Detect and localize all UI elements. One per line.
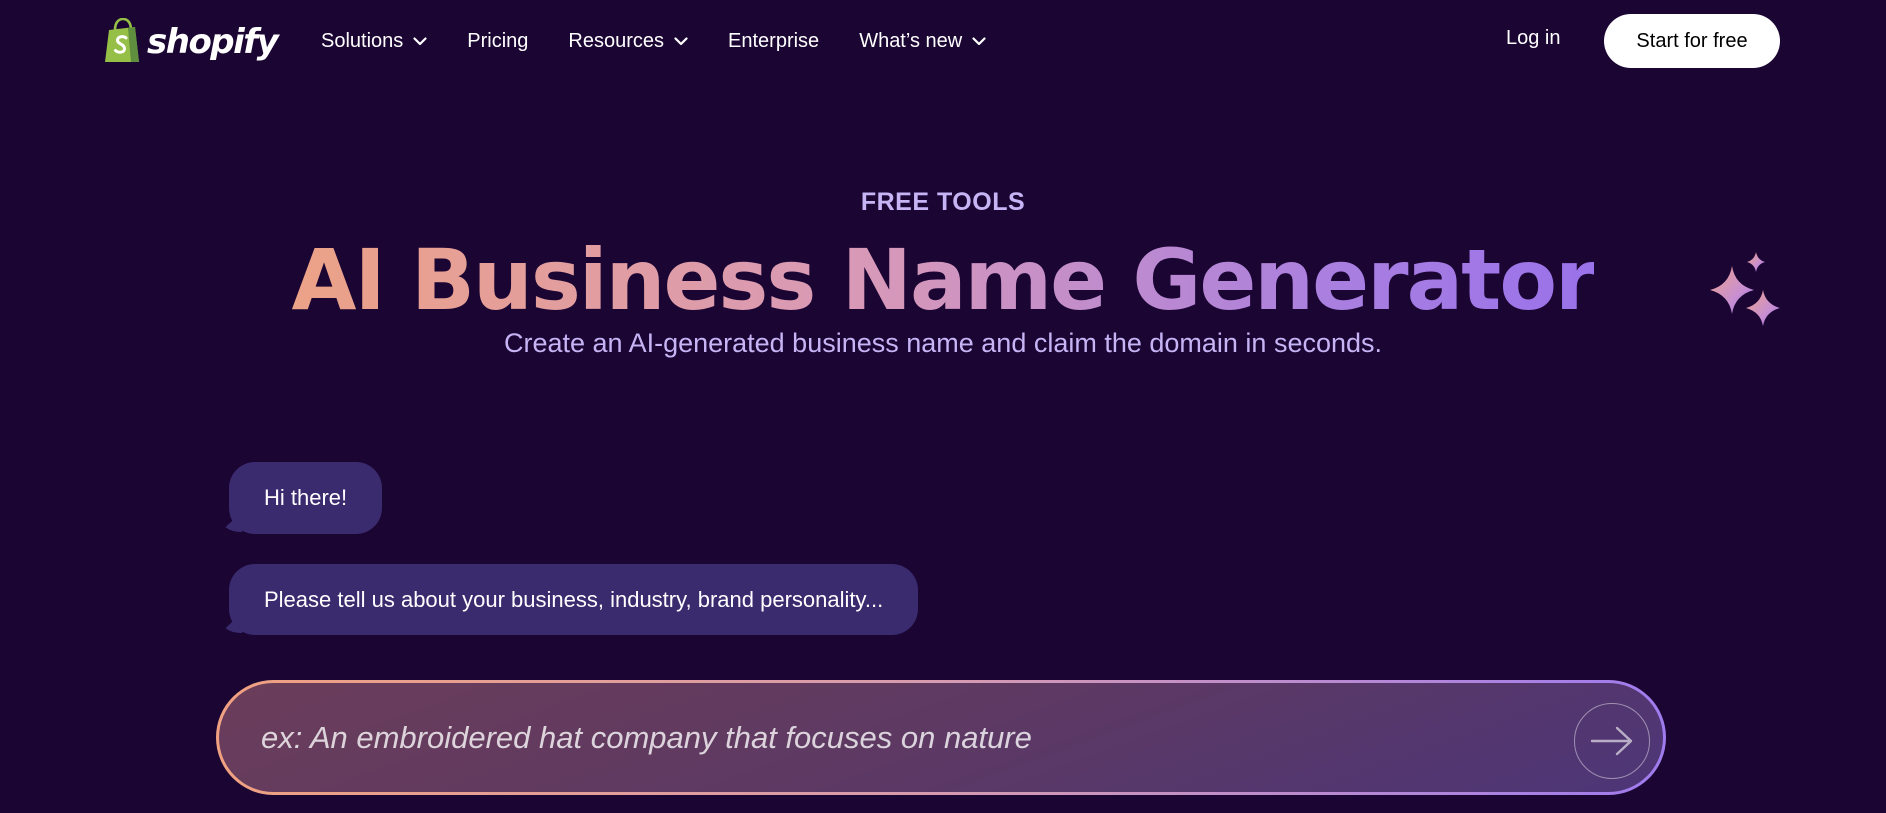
page: shopify Solutions Pricing Resources Ente…: [0, 0, 1886, 813]
nav-item-pricing[interactable]: Pricing: [467, 30, 528, 53]
page-title: AI Business Name Generator: [0, 230, 1886, 330]
chat-message: Hi there!: [229, 462, 383, 534]
page-title-text: AI Business Name Generator: [291, 231, 1597, 329]
chat-message-text: Please tell us about your business, indu…: [264, 586, 884, 612]
brand-name: shopify: [147, 22, 279, 62]
business-description-input[interactable]: [261, 683, 1561, 792]
nav-item-label: Resources: [568, 29, 665, 52]
nav-item-label: Pricing: [467, 29, 529, 52]
start-for-free-button[interactable]: Start for free: [1604, 14, 1780, 68]
login-link[interactable]: Log in: [1506, 27, 1561, 50]
arrow-right-icon: [1590, 726, 1633, 756]
nav-item-resources[interactable]: Resources: [568, 30, 688, 53]
chevron-down-icon: [674, 36, 688, 45]
chat-message-text: Hi there!: [264, 485, 348, 510]
nav-item-label: Enterprise: [728, 29, 820, 52]
nav-item-label: What’s new: [859, 29, 963, 52]
send-button[interactable]: [1574, 703, 1650, 779]
shopify-logo[interactable]: shopify: [103, 18, 279, 64]
chevron-down-icon: [413, 36, 427, 45]
nav-item-enterprise[interactable]: Enterprise: [728, 30, 819, 53]
sparkles-icon: [1710, 252, 1780, 326]
nav-item-solutions[interactable]: Solutions: [321, 30, 427, 53]
prompt-input-field: [219, 683, 1663, 792]
nav-item-label: Solutions: [321, 29, 404, 52]
nav-item-whats-new[interactable]: What’s new: [859, 30, 986, 53]
page-subtitle: Create an AI-generated business name and…: [503, 328, 1383, 358]
shopping-bag-icon: [105, 18, 139, 62]
chat-message: Please tell us about your business, indu…: [229, 564, 919, 635]
eyebrow-label: FREE TOOLS: [860, 188, 1026, 216]
prompt-input-container: [216, 680, 1666, 795]
nav-links: Solutions Pricing Resources Enterprise W…: [321, 0, 1026, 82]
top-nav: shopify Solutions Pricing Resources Ente…: [0, 0, 1886, 82]
chevron-down-icon: [972, 36, 986, 45]
